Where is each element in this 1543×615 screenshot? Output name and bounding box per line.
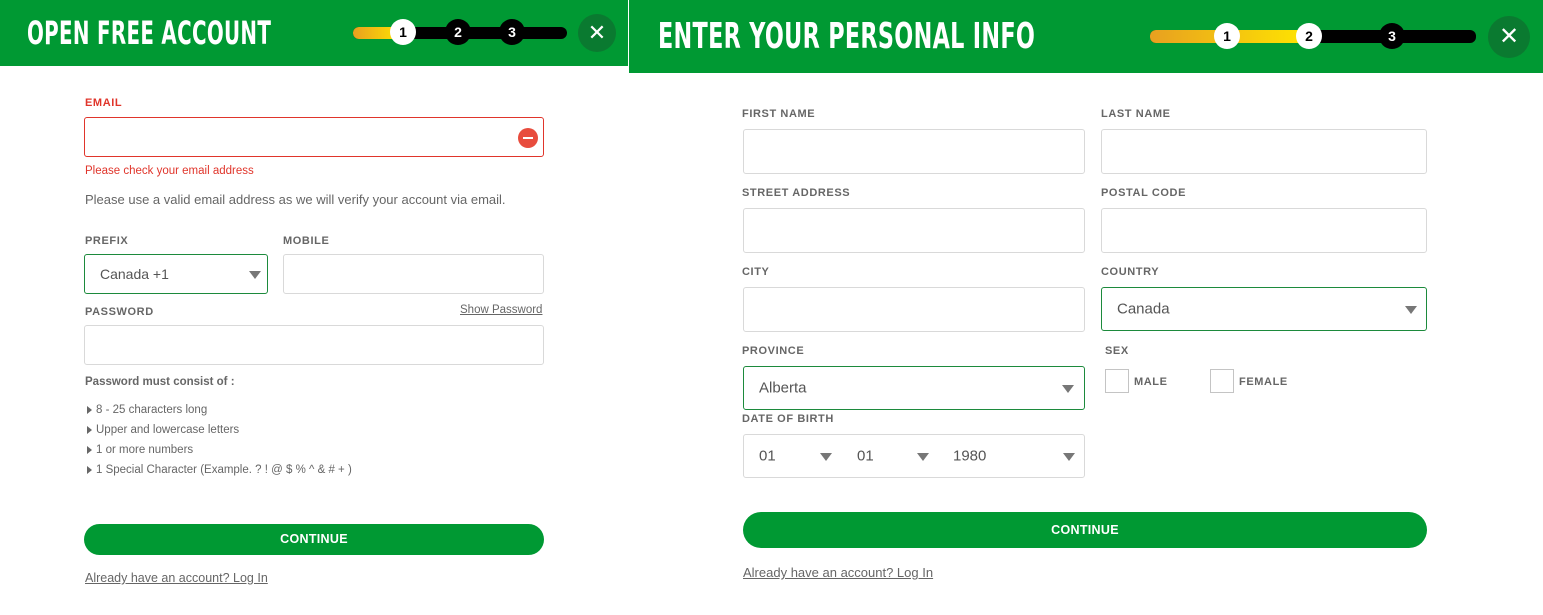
personal-info-panel: ENTER YOUR PERSONAL INFO 1 2 3 ✕ FIRST N… [629, 0, 1543, 615]
female-checkbox[interactable] [1210, 369, 1234, 393]
city-label: CITY [742, 266, 770, 278]
bullet-icon [87, 406, 92, 414]
first-name-label: FIRST NAME [742, 108, 816, 120]
chevron-down-icon [1405, 306, 1417, 314]
prefix-value: Canada +1 [100, 266, 169, 282]
email-field[interactable] [84, 117, 544, 157]
email-error-message: Please check your email address [85, 165, 254, 177]
mobile-field[interactable] [283, 254, 544, 294]
continue-button[interactable]: CONTINUE [84, 524, 544, 555]
panel-title: ENTER YOUR PERSONAL INFO [658, 16, 1036, 57]
password-field[interactable] [84, 325, 544, 365]
panel-header: ENTER YOUR PERSONAL INFO 1 2 3 ✕ [629, 0, 1543, 73]
dob-year-select[interactable]: 1980 [938, 435, 1085, 477]
panel-header: OPEN FREE ACCOUNT 1 2 3 ✕ [0, 0, 628, 66]
prefix-label: PREFIX [85, 235, 129, 247]
province-select[interactable]: Alberta [743, 366, 1085, 410]
close-button[interactable]: ✕ [1488, 16, 1530, 58]
country-select[interactable]: Canada [1101, 287, 1427, 331]
dob-month-value: 01 [857, 447, 874, 465]
step-3-indicator: 3 [1379, 23, 1405, 49]
male-checkbox[interactable] [1105, 369, 1129, 393]
sex-label: SEX [1105, 345, 1129, 357]
close-button[interactable]: ✕ [578, 14, 616, 52]
bullet-icon [87, 426, 92, 434]
password-rule: 8 - 25 characters long [96, 404, 208, 416]
password-rule: 1 Special Character (Example. ? ! @ $ % … [96, 464, 352, 476]
female-label: FEMALE [1239, 376, 1288, 388]
open-account-panel: OPEN FREE ACCOUNT 1 2 3 ✕ EMAIL Please c… [0, 0, 628, 615]
email-help-text: Please use a valid email address as we w… [85, 192, 506, 207]
chevron-down-icon [249, 271, 261, 279]
error-icon [518, 128, 538, 148]
chevron-down-icon [1063, 453, 1075, 461]
male-label: MALE [1134, 376, 1168, 388]
password-rule: 1 or more numbers [96, 444, 194, 456]
dob-day-value: 01 [759, 447, 776, 465]
street-address-label: STREET ADDRESS [742, 187, 851, 199]
show-password-link[interactable]: Show Password [460, 304, 542, 316]
street-address-field[interactable] [743, 208, 1085, 253]
close-icon: ✕ [587, 20, 607, 45]
chevron-down-icon [820, 453, 832, 461]
step-3-indicator: 3 [499, 19, 525, 45]
dob-month-select[interactable]: 01 [842, 435, 938, 477]
chevron-down-icon [1062, 385, 1074, 393]
step-1-indicator: 1 [1214, 23, 1240, 49]
mobile-label: MOBILE [283, 235, 330, 247]
date-of-birth-label: DATE OF BIRTH [742, 413, 834, 425]
continue-button[interactable]: CONTINUE [743, 512, 1427, 548]
close-icon: ✕ [1498, 23, 1520, 50]
postal-code-label: POSTAL CODE [1101, 187, 1187, 199]
login-link[interactable]: Already have an account? Log In [743, 565, 933, 580]
province-value: Alberta [759, 379, 807, 397]
login-link[interactable]: Already have an account? Log In [85, 571, 268, 585]
first-name-field[interactable] [743, 129, 1085, 174]
chevron-down-icon [917, 453, 929, 461]
last-name-label: LAST NAME [1101, 108, 1171, 120]
password-label: PASSWORD [85, 306, 154, 318]
date-of-birth-group: 01 01 1980 [743, 434, 1085, 478]
password-rule: Upper and lowercase letters [96, 424, 240, 436]
bullet-icon [87, 446, 92, 454]
password-rules-title: Password must consist of : [85, 376, 235, 388]
dob-year-value: 1980 [953, 447, 987, 465]
bullet-icon [87, 466, 92, 474]
step-1-indicator: 1 [390, 19, 416, 45]
country-label: COUNTRY [1101, 266, 1160, 278]
province-label: PROVINCE [742, 345, 805, 357]
country-value: Canada [1117, 300, 1170, 318]
panel-title: OPEN FREE ACCOUNT [27, 14, 272, 52]
prefix-select[interactable]: Canada +1 [84, 254, 268, 294]
step-2-indicator: 2 [1296, 23, 1322, 49]
city-field[interactable] [743, 287, 1085, 332]
email-label: EMAIL [85, 97, 123, 109]
last-name-field[interactable] [1101, 129, 1427, 174]
postal-code-field[interactable] [1101, 208, 1427, 253]
dob-day-select[interactable]: 01 [744, 435, 842, 477]
step-2-indicator: 2 [445, 19, 471, 45]
